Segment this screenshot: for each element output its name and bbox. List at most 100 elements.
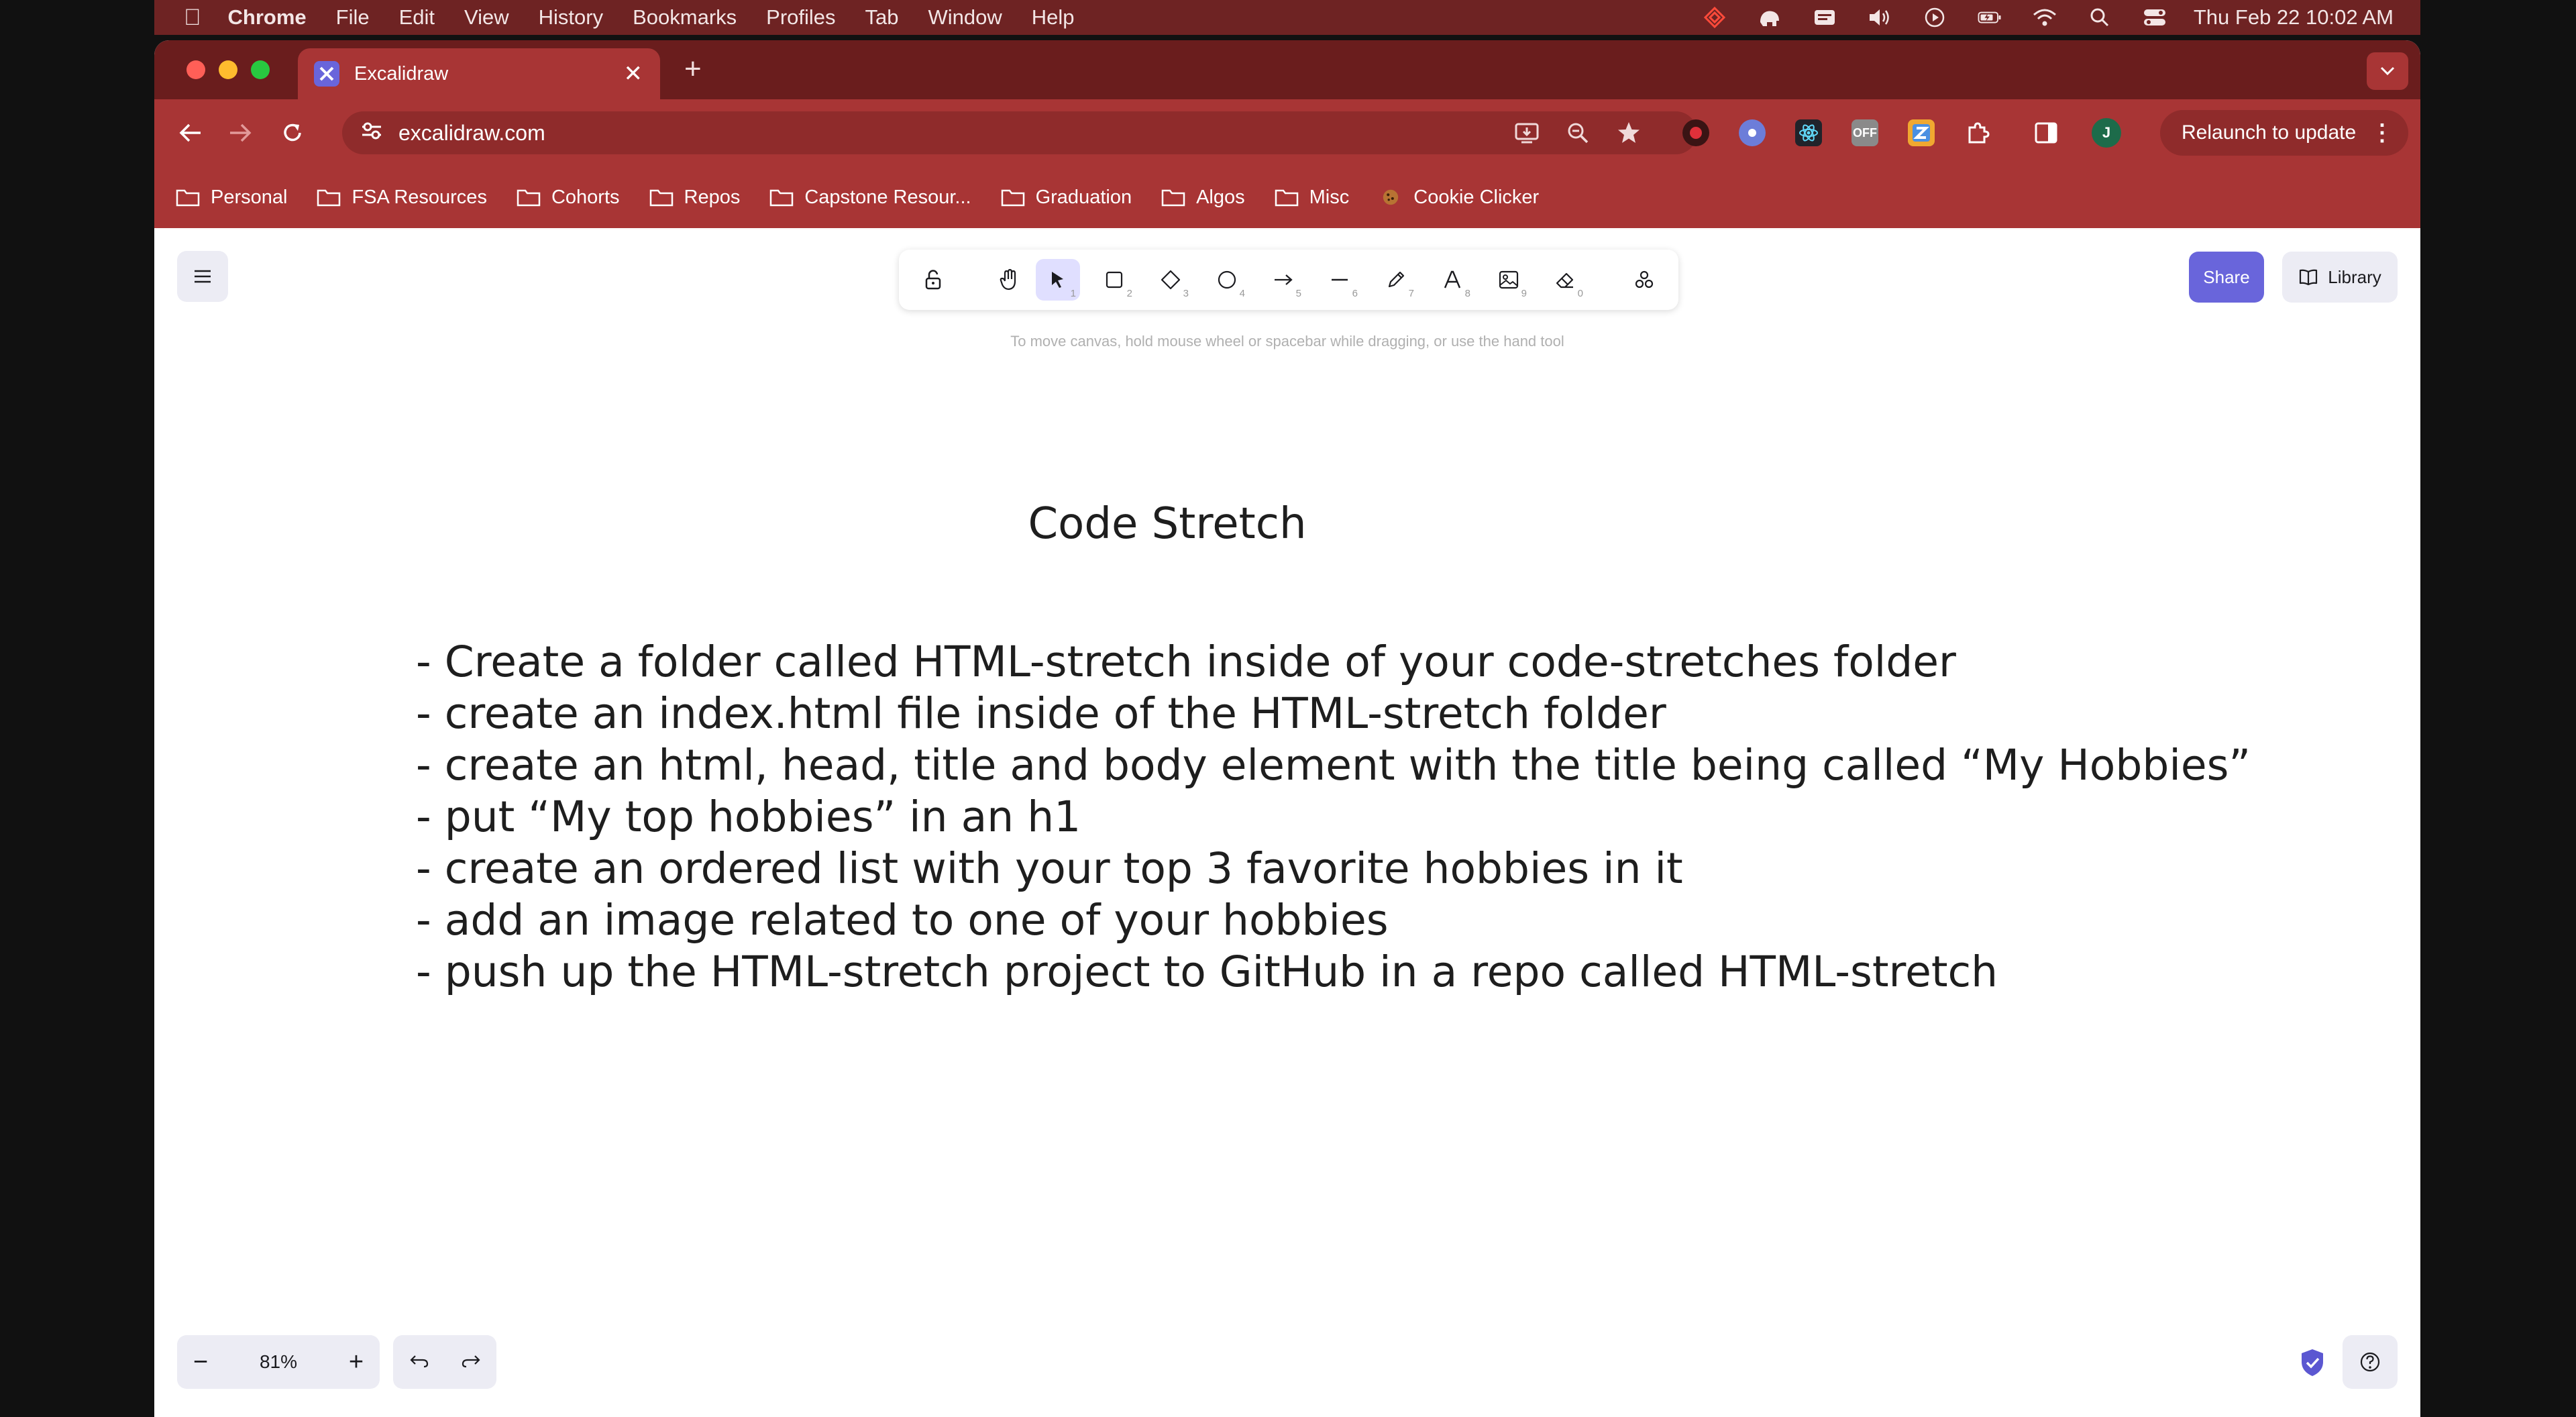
zoom-icon[interactable] [1564,119,1591,146]
tool-text[interactable]: 8 [1430,259,1474,301]
react-devtools-icon[interactable] [1795,119,1822,146]
extensions-puzzle-icon[interactable] [1964,119,1991,146]
folder-icon [1161,189,1185,207]
apple-menu-icon[interactable]:  [184,5,201,31]
tool-key-0: 0 [1577,288,1583,299]
bookmark-star-icon[interactable] [1615,119,1642,146]
menubar-clock[interactable]: Thu Feb 22 10:02 AM [2194,5,2394,30]
tool-ellipse[interactable]: 4 [1205,259,1249,301]
menu-help[interactable]: Help [1032,5,1075,30]
tab-search-button[interactable] [2367,52,2408,90]
menu-bookmarks[interactable]: Bookmarks [633,5,737,30]
back-button[interactable] [173,115,208,150]
menu-file[interactable]: File [336,5,370,30]
bookmark-label: Misc [1309,186,1350,208]
tool-hand[interactable] [987,259,1032,301]
note-line: - put “My top hobbies” in an h1 [416,792,1081,841]
display-status-icon[interactable] [1813,7,1837,28]
canvas-notes-text[interactable]: - Create a folder called HTML-stretch in… [416,636,2251,998]
text-tool-icon [1444,270,1461,288]
battery-icon[interactable] [1978,7,2002,28]
wifi-icon[interactable] [2033,7,2057,28]
side-panel-icon[interactable] [2033,119,2059,146]
extension-record-icon[interactable] [1682,119,1709,146]
encryption-shield-icon[interactable] [2294,1345,2330,1381]
tool-draw[interactable]: 7 [1374,259,1418,301]
menubar-status-area: Thu Feb 22 10:02 AM [1672,5,2394,30]
reload-button[interactable] [275,115,310,150]
bookmark-capstone-resources[interactable]: Capstone Resour... [769,187,971,209]
tool-image[interactable]: 9 [1487,259,1531,301]
elephant-icon[interactable] [1758,7,1782,28]
menu-edit[interactable]: Edit [399,5,435,30]
site-info-icon[interactable] [361,121,382,146]
window-minimize-button[interactable] [219,60,237,79]
bookmark-label: Cohorts [551,186,620,208]
tool-diamond[interactable]: 3 [1148,259,1193,301]
forward-button[interactable] [223,115,258,150]
tool-key-1: 1 [1070,288,1076,299]
library-button[interactable]: Library [2282,252,2398,303]
menu-profiles[interactable]: Profiles [766,5,835,30]
canvas-hint-text: To move canvas, hold mouse wheel or spac… [1010,333,1564,350]
tool-key-3: 3 [1183,288,1189,299]
window-close-button[interactable] [186,60,205,79]
zoom-in-button[interactable]: + [333,1348,380,1377]
bookmark-personal[interactable]: Personal [176,187,287,209]
chevron-down-icon [2380,66,2395,76]
bookmark-label: Capstone Resour... [804,186,971,208]
tool-rectangle[interactable]: 2 [1092,259,1136,301]
tool-arrow[interactable]: 5 [1261,259,1305,301]
menu-window[interactable]: Window [928,5,1002,30]
bookmark-label: Personal [211,186,288,208]
rectangle-icon [1106,271,1123,288]
new-tab-button[interactable]: + [684,52,702,86]
help-button[interactable] [2343,1335,2398,1389]
tab-excalidraw[interactable]: Excalidraw ✕ [298,48,660,99]
bookmark-graduation[interactable]: Graduation [1001,187,1132,209]
tool-lock[interactable] [911,259,955,301]
volume-icon[interactable] [1868,7,1892,28]
redo-button[interactable] [461,1353,481,1372]
window-maximize-button[interactable] [251,60,270,79]
share-button[interactable]: Share [2189,252,2264,303]
bookmark-cohorts[interactable]: Cohorts [517,187,620,209]
excalidraw-canvas[interactable]: 1 2 3 4 5 6 7 8 9 0 To move canvas, hold… [154,228,2420,1417]
address-bar[interactable]: excalidraw.com [342,111,1697,154]
undo-button[interactable] [409,1353,429,1372]
bookmark-fsa-resources[interactable]: FSA Resources [317,187,487,209]
control-center-icon[interactable] [2143,7,2167,28]
spotlight-search-icon[interactable] [2088,7,2112,28]
tool-key-7: 7 [1408,288,1414,299]
redo-icon [462,1355,480,1367]
extension-colorful-icon[interactable] [1908,119,1935,146]
tool-extra[interactable] [1622,259,1666,301]
main-menu-button[interactable] [177,251,228,302]
tool-line[interactable]: 6 [1318,259,1362,301]
bookmark-cookie-clicker[interactable]: Cookie Clicker [1379,187,1539,209]
relaunch-to-update-button[interactable]: Relaunch to update ⋮ [2160,110,2408,156]
diamond-status-icon[interactable] [1703,7,1727,28]
menu-view[interactable]: View [464,5,509,30]
menu-history[interactable]: History [539,5,603,30]
pencil-icon [1388,271,1405,288]
canvas-title-text[interactable]: Code Stretch [973,499,1362,549]
extension-circle-icon[interactable] [1739,119,1766,146]
extension-off-badge[interactable]: OFF [1851,119,1878,146]
more-vertical-icon[interactable]: ⋮ [2371,119,2394,146]
install-app-icon[interactable] [1513,119,1540,146]
profile-avatar[interactable]: J [2092,118,2121,148]
tab-close-icon[interactable]: ✕ [624,60,643,87]
bookmark-repos[interactable]: Repos [649,187,740,209]
zoom-level[interactable]: 81% [224,1351,333,1373]
bookmark-misc[interactable]: Misc [1275,186,1350,209]
cookie-icon [1383,189,1399,205]
menu-tab[interactable]: Tab [865,5,899,30]
play-circle-icon[interactable] [1923,7,1947,28]
zoom-out-button[interactable]: − [177,1348,224,1377]
menu-app-name[interactable]: Chrome [228,5,307,30]
bookmark-algos[interactable]: Algos [1161,187,1245,209]
tool-selection[interactable]: 1 [1036,259,1080,301]
tool-eraser[interactable]: 0 [1543,259,1587,301]
tab-strip: Excalidraw ✕ + [154,40,2420,99]
